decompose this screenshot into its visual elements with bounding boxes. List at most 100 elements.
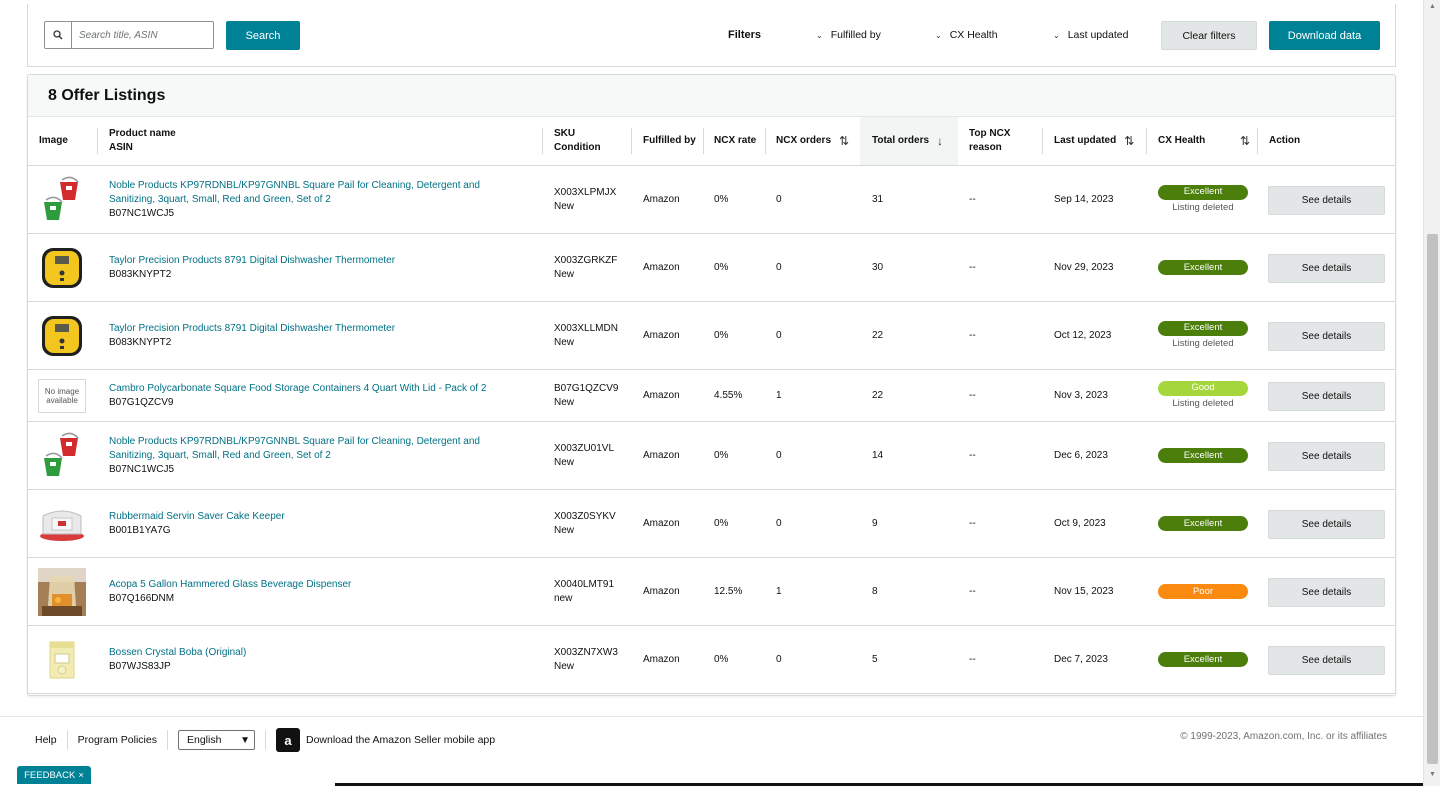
- last-updated: Dec 7, 2023: [1054, 653, 1108, 665]
- product-name-link[interactable]: Noble Products KP97RDNBL/KP97GNNBL Squar…: [109, 435, 529, 449]
- chevron-down-icon: ⌄: [1053, 30, 1060, 40]
- col-cx-health[interactable]: CX Health ⇅: [1158, 117, 1250, 165]
- see-details-button[interactable]: See details: [1268, 441, 1385, 471]
- total-orders: 14: [872, 449, 884, 461]
- product-name-link[interactable]: Acopa 5 Gallon Hammered Glass Beverage D…: [109, 578, 529, 592]
- filter-last-updated-label: Last updated: [1067, 29, 1129, 41]
- filter-fulfilled-by-dropdown[interactable]: ⌄ Fulfilled by: [816, 29, 881, 41]
- cx-health-badge: Good: [1158, 380, 1248, 396]
- sku-cell: B07G1QZCV9 New: [554, 370, 618, 421]
- asin: B07NC1WCJ5: [109, 207, 175, 219]
- sort-icon[interactable]: ⇅: [839, 134, 849, 148]
- asin: B001B1YA7G: [109, 524, 171, 536]
- product-name-line[interactable]: Sanitizing, 3quart, Small, Red and Green…: [109, 193, 529, 207]
- product-cell: Acopa 5 Gallon Hammered Glass Beverage D…: [109, 558, 529, 625]
- product-name-line[interactable]: Sanitizing, 3quart, Small, Red and Green…: [109, 449, 529, 463]
- sku: B07G1QZCV9: [554, 382, 619, 394]
- condition: New: [554, 268, 575, 280]
- last-updated-cell: Nov 3, 2023: [1054, 370, 1108, 421]
- product-image: [38, 636, 86, 684]
- sort-descending-icon[interactable]: ↓: [937, 134, 943, 148]
- sku: X003ZU01VL: [554, 442, 615, 454]
- program-policies-link[interactable]: Program Policies: [78, 734, 157, 746]
- sku: X0040LMT91: [554, 578, 615, 590]
- col-asin-label: ASIN: [109, 142, 133, 153]
- total-orders: 9: [872, 517, 878, 529]
- top-ncx-reason-cell: --: [969, 626, 976, 693]
- see-details-button[interactable]: See details: [1268, 381, 1385, 411]
- sku-cell: X003ZGRKZF New: [554, 234, 617, 301]
- cx-health-badge: Excellent: [1158, 184, 1248, 200]
- vertical-scrollbar[interactable]: ▲ ▼: [1423, 0, 1440, 786]
- see-details-button[interactable]: See details: [1268, 645, 1385, 675]
- ncx-orders: 0: [776, 449, 782, 461]
- condition: New: [554, 456, 575, 468]
- ncx-orders-cell: 0: [776, 234, 782, 301]
- condition: New: [554, 524, 575, 536]
- scroll-down-icon[interactable]: ▼: [1424, 768, 1440, 782]
- cx-health-cell: Excellent: [1158, 490, 1248, 557]
- cx-health-cell: Poor: [1158, 558, 1248, 625]
- ncx-orders: 0: [776, 193, 782, 205]
- ncx-orders-cell: 1: [776, 558, 782, 625]
- column-divider: [97, 128, 98, 154]
- product-cell: Bossen Crystal Boba (Original) B07WJS83JP: [109, 626, 529, 693]
- table-row: Taylor Precision Products 8791 Digital D…: [28, 302, 1395, 370]
- fulfilled-by: Amazon: [643, 329, 680, 341]
- search-input[interactable]: [73, 22, 211, 48]
- pail-icon: [40, 432, 84, 480]
- sort-icon[interactable]: ⇅: [1124, 134, 1134, 148]
- last-updated-cell: Dec 7, 2023: [1054, 626, 1108, 693]
- last-updated: Oct 9, 2023: [1054, 517, 1106, 529]
- sku-cell: X003Z0SYKV New: [554, 490, 616, 557]
- clear-filters-button[interactable]: Clear filters: [1161, 21, 1257, 50]
- language-select[interactable]: English ▼: [177, 730, 255, 750]
- ncx-rate: 0%: [714, 329, 729, 341]
- sort-icon[interactable]: ⇅: [1240, 134, 1250, 148]
- cx-health-cell: Excellent Listing deleted: [1158, 166, 1248, 233]
- product-name-link[interactable]: Cambro Polycarbonate Square Food Storage…: [109, 382, 529, 396]
- col-last-updated[interactable]: Last updated ⇅: [1054, 117, 1134, 165]
- help-link[interactable]: Help: [35, 734, 57, 746]
- amazon-app-icon[interactable]: a: [275, 728, 300, 752]
- top-ncx-reason-cell: --: [969, 370, 976, 421]
- top-ncx-reason-cell: --: [969, 234, 976, 301]
- see-details-button[interactable]: See details: [1268, 253, 1385, 283]
- feedback-button[interactable]: FEEDBACK ×: [17, 766, 91, 784]
- product-name-link[interactable]: Taylor Precision Products 8791 Digital D…: [109, 322, 529, 336]
- scroll-up-icon[interactable]: ▲: [1424, 0, 1440, 14]
- fulfilled-by: Amazon: [643, 517, 680, 529]
- total-orders-cell: 8: [872, 558, 878, 625]
- see-details-button[interactable]: See details: [1268, 321, 1385, 351]
- search-button[interactable]: Search: [226, 21, 300, 50]
- see-details-button[interactable]: See details: [1268, 577, 1385, 607]
- scrollbar-thumb[interactable]: [1427, 234, 1438, 764]
- total-orders: 5: [872, 653, 878, 665]
- ncx-orders-cell: 0: [776, 626, 782, 693]
- product-name-link[interactable]: Rubbermaid Servin Saver Cake Keeper: [109, 510, 529, 524]
- product-name-link[interactable]: Bossen Crystal Boba (Original): [109, 646, 529, 660]
- ncx-rate-cell: 0%: [714, 626, 728, 693]
- download-app-link[interactable]: Download the Amazon Seller mobile app: [306, 734, 495, 746]
- search-icon[interactable]: [45, 22, 72, 48]
- product-name-link[interactable]: Noble Products KP97RDNBL/KP97GNNBL Squar…: [109, 179, 529, 193]
- column-divider: [1042, 128, 1043, 154]
- filter-cx-health-dropdown[interactable]: ⌄ CX Health: [935, 29, 998, 41]
- fulfilled-by: Amazon: [643, 653, 680, 665]
- fulfilled-by-cell: Amazon: [643, 234, 680, 301]
- ncx-orders: 1: [776, 585, 782, 597]
- col-ncx-orders-label: NCX orders: [776, 135, 832, 146]
- condition: New: [554, 396, 575, 408]
- cx-health-badge: Excellent: [1158, 260, 1248, 275]
- col-ncx-orders[interactable]: NCX orders ⇅: [776, 117, 858, 165]
- top-ncx-reason: --: [969, 517, 976, 529]
- close-icon[interactable]: ×: [78, 770, 84, 781]
- col-total-orders[interactable]: Total orders ↓: [860, 117, 958, 165]
- see-details-button[interactable]: See details: [1268, 509, 1385, 539]
- filter-last-updated-dropdown[interactable]: ⌄ Last updated: [1053, 29, 1128, 41]
- pail-icon: [40, 176, 84, 224]
- download-data-button[interactable]: Download data: [1269, 21, 1380, 50]
- see-details-button[interactable]: See details: [1268, 185, 1385, 215]
- top-ncx-reason: --: [969, 329, 976, 341]
- product-name-link[interactable]: Taylor Precision Products 8791 Digital D…: [109, 254, 529, 268]
